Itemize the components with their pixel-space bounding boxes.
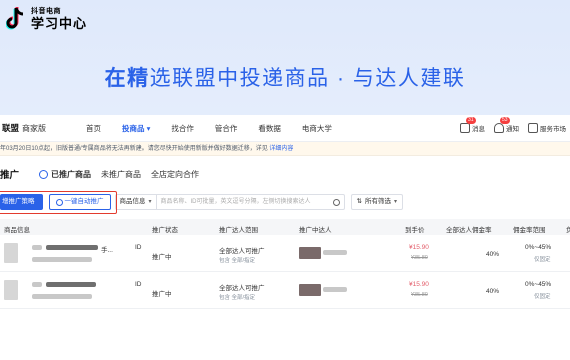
tab-store-targeted[interactable]: 全店定向合作 (151, 169, 199, 180)
table-row[interactable]: ID 推广中 全部达人可推广 包含 全部/指定 ¥15.90 ¥35.80 40… (0, 272, 570, 309)
scope: 全部达人可推广 (219, 285, 265, 292)
tab-promoted-label: 已推广商品 (51, 169, 92, 179)
rate-range: 0%~45% (525, 244, 552, 251)
banner-title: 在精选联盟中投递商品 · 与达人建联 (0, 62, 570, 92)
table-row[interactable]: 手... ID 推广中 全部达人可推广 包含 全部/指定 ¥15.90 ¥35.… (0, 235, 570, 272)
redacted-text (32, 294, 92, 299)
chevron-down-icon: ▾ (393, 199, 397, 205)
brand-name: 联盟 (2, 123, 20, 133)
rate-range: 0%~45% (525, 281, 552, 288)
nav-home[interactable]: 首页 (86, 123, 101, 134)
brand-sub: 商家版 (22, 123, 47, 133)
redacted-text (46, 282, 96, 287)
messages-badge: 31 (466, 117, 476, 124)
original-price: ¥35.80 (411, 255, 428, 261)
col-price: 到手价 (405, 227, 425, 234)
tab-selected-icon (39, 169, 49, 179)
filter-icon: ⇅ (356, 198, 362, 205)
all-filters-button[interactable]: ⇅ 所有筛选 ▾ (350, 194, 403, 210)
search-icon (332, 198, 340, 206)
price: ¥15.90 (409, 281, 429, 288)
scope: 全部达人可推广 (219, 248, 265, 255)
col-product: 商品信息 (4, 227, 30, 234)
rate-range-sub: 仅固定 (534, 294, 551, 300)
nav-find-cooperation[interactable]: 找合作 (171, 123, 194, 134)
status: 推广中 (152, 254, 172, 261)
top-nav: 联盟 商家版 首页 投商品 ▾ 找合作 管合作 看数据 电商大学 消息 31 通… (0, 115, 570, 142)
status: 推广中 (152, 291, 172, 298)
creator-avatar (299, 284, 321, 296)
redacted-text (32, 282, 42, 287)
scope-sub: 包含 全部/指定 (219, 258, 256, 264)
app-panel: 联盟 商家版 首页 投商品 ▾ 找合作 管合作 看数据 电商大学 消息 31 通… (0, 115, 570, 360)
search-type-select[interactable]: 商品信息 ▾ (114, 194, 157, 210)
subtabs: 已推广商品 未推广商品 全店定向合作 (39, 169, 209, 180)
price: ¥15.90 (409, 244, 429, 251)
notifications-button[interactable]: 通知 53 (494, 117, 519, 133)
store-icon (528, 123, 538, 133)
nav-right: 消息 31 通知 53 服务市场 (451, 117, 566, 133)
product-image (4, 280, 18, 300)
chevron-down-icon: ▾ (148, 199, 152, 205)
search-input[interactable]: 商品名称、ID可批量，英文逗号分隔，左侧切换搜索达人 (156, 194, 345, 210)
service-market-button[interactable]: 服务市场 (528, 123, 566, 133)
col-creators: 推广中达人 (299, 227, 332, 234)
banner-bold: 在精 (104, 67, 150, 90)
notifications-label: 通知 (506, 126, 519, 133)
original-price: ¥35.80 (411, 292, 428, 298)
redacted-text (46, 245, 98, 250)
notice-bar: 年03月20日10点起，旧版普通/专属商品将无法再新建。请您尽快开始使用新版并做… (0, 142, 570, 156)
redacted-text (323, 250, 347, 255)
product-image (4, 243, 18, 263)
toolbar: 增推广策略 一键自动推广 商品信息 ▾ 商品名称、ID可批量，英文逗号分隔，左侧切… (0, 190, 570, 214)
title-row: 推广 已推广商品 未推广商品 全店定向合作 (0, 161, 570, 187)
search-placeholder: 商品名称、ID可批量，英文逗号分隔，左侧切换搜索达人 (160, 199, 311, 205)
redacted-text (32, 245, 42, 250)
nav-links: 首页 投商品 ▾ 找合作 管合作 看数据 电商大学 (86, 123, 353, 134)
nav-manage-cooperation[interactable]: 管合作 (215, 123, 238, 134)
product-id: ID (135, 281, 142, 288)
table-header: 商品信息 推广状态 推广达人范围 推广中达人 到手价 全部达人佣金率 佣金率范围… (0, 219, 570, 235)
col-status: 推广状态 (152, 227, 178, 234)
scope-sub: 包含 全部/指定 (219, 295, 256, 301)
commission-rate: 40% (486, 288, 500, 295)
nav-promote-products[interactable]: 投商品 ▾ (122, 123, 150, 134)
filter-label: 所有筛选 (364, 198, 391, 205)
redacted-text (323, 287, 347, 292)
nav-promote-label: 投商品 (122, 123, 145, 133)
logo: 抖音电商 学习中心 (6, 6, 87, 32)
redacted-text (32, 257, 92, 262)
notice-text: 年03月20日10点起，旧版普通/专属商品将无法再新建。请您尽快开始使用新版并做… (0, 146, 268, 152)
product-table: 商品信息 推广状态 推广达人范围 推广中达人 到手价 全部达人佣金率 佣金率范围… (0, 219, 570, 309)
highlight-box (0, 191, 117, 214)
notifications-badge: 53 (500, 117, 510, 124)
nav-data[interactable]: 看数据 (258, 123, 281, 134)
messages-label: 消息 (472, 126, 485, 133)
col-rate: 全部达人佣金率 (446, 227, 492, 234)
banner-rest: 选联盟中投递商品 · 与达人建联 (149, 67, 466, 90)
douyin-logo-icon (6, 6, 28, 32)
logo-small-text: 抖音电商 (31, 8, 61, 15)
tab-unpromoted[interactable]: 未推广商品 (101, 169, 141, 180)
search-type-label: 商品信息 (119, 198, 146, 205)
product-name: 手... (101, 247, 113, 254)
product-id: ID (135, 244, 142, 251)
col-scope: 推广达人范围 (219, 227, 258, 234)
commission-rate: 40% (486, 251, 500, 258)
service-market-label: 服务市场 (540, 126, 566, 133)
creator-avatar (299, 247, 321, 259)
bell-icon (494, 123, 504, 133)
tab-promoted[interactable]: 已推广商品 (39, 169, 91, 180)
logo-title: 学习中心 (31, 16, 88, 31)
col-more: 负 (566, 227, 570, 234)
col-range: 佣金率范围 (513, 227, 546, 234)
message-icon (460, 123, 470, 133)
messages-button[interactable]: 消息 31 (460, 117, 485, 133)
page-title: 推广 (0, 170, 20, 181)
notice-link[interactable]: 详细内容 (269, 146, 293, 152)
nav-university[interactable]: 电商大学 (302, 123, 332, 134)
rate-range-sub: 仅固定 (534, 257, 551, 263)
